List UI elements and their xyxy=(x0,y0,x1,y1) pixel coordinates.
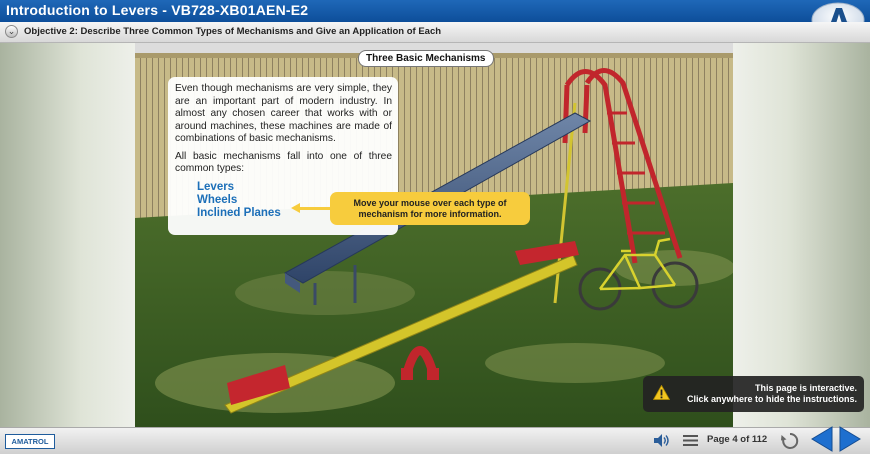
replay-icon[interactable] xyxy=(781,432,799,450)
next-arrow-icon[interactable] xyxy=(838,425,862,453)
course-title: Introduction to Levers - VB728-XB01AEN-E… xyxy=(6,2,309,18)
objective-text: Objective 2: Describe Three Common Types… xyxy=(24,26,442,37)
instructions-line-2: Click anywhere to hide the instructions. xyxy=(686,394,857,404)
back-arrow-icon[interactable] xyxy=(810,425,834,453)
left-side-panel xyxy=(0,43,135,427)
types-paragraph: All basic mechanisms fall into one of th… xyxy=(175,150,392,175)
objective-bar: ⌄ Objective 2: Describe Three Common Typ… xyxy=(0,22,870,43)
page-indicator: Page 4 of 112 xyxy=(707,434,768,445)
scene-title: Three Basic Mechanisms xyxy=(358,50,494,67)
title-bar: Introduction to Levers - VB728-XB01AEN-E… xyxy=(0,0,870,22)
chevron-down-icon[interactable]: ⌄ xyxy=(5,25,18,38)
amatrol-brand: AMATROL xyxy=(5,434,55,449)
right-side-panel xyxy=(733,43,870,427)
speaker-icon[interactable] xyxy=(653,433,670,448)
intro-paragraph: Even though mechanisms are very simple, … xyxy=(175,83,392,144)
menu-icon[interactable] xyxy=(683,434,698,447)
warning-icon xyxy=(653,385,670,400)
callout-arrow-shaft xyxy=(299,207,331,210)
instructions-line-1: This page is interactive. xyxy=(754,383,857,393)
footer-bar: AMATROL Page 4 of 112 xyxy=(0,425,870,454)
instructions-box[interactable]: This page is interactive. Click anywhere… xyxy=(643,376,864,412)
hint-callout: Move your mouse over each type of mechan… xyxy=(330,192,530,225)
